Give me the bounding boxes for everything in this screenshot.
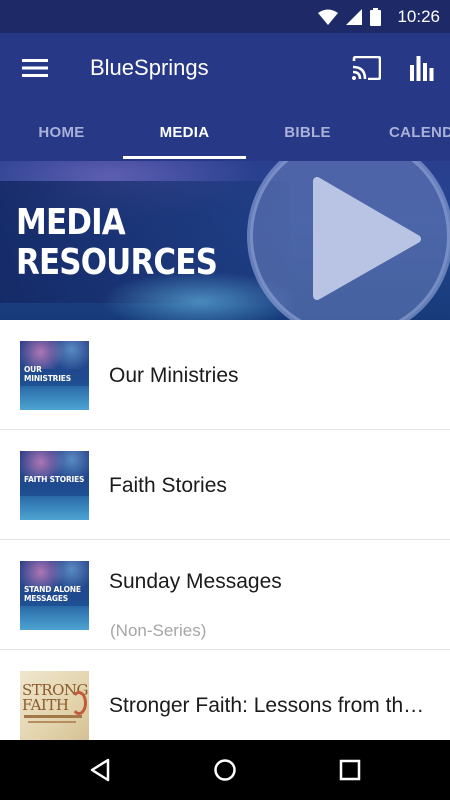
list-item[interactable]: FAITH STORIES Faith Stories xyxy=(0,430,450,540)
tab-home[interactable]: HOME xyxy=(0,103,123,161)
signal-icon xyxy=(346,8,363,25)
item-title: Stronger Faith: Lessons from the Life of… xyxy=(109,694,429,717)
thumbnail-text: OUR MINISTRIES xyxy=(24,365,71,383)
back-button[interactable] xyxy=(70,740,130,800)
status-bar: 10:26 xyxy=(0,0,450,33)
thumbnail-text: FAITH STORIES xyxy=(24,475,85,484)
thumbnail-text: STAND ALONE MESSAGES xyxy=(24,585,81,603)
item-title: Faith Stories xyxy=(109,474,227,497)
home-button[interactable] xyxy=(195,740,255,800)
item-thumbnail: STRONGER FAITH xyxy=(20,671,89,740)
recents-icon xyxy=(339,759,361,781)
item-subtitle: (Non-Series) xyxy=(110,621,207,640)
stats-button[interactable] xyxy=(394,33,450,103)
app-title: BlueSprings xyxy=(90,55,209,80)
tab-calendar[interactable]: CALENDAR xyxy=(389,103,450,161)
item-title: Sunday Messages xyxy=(109,570,282,593)
wifi-icon xyxy=(318,9,339,25)
media-resources-banner: MEDIA RESOURCES xyxy=(0,161,450,320)
bar-chart-icon xyxy=(410,56,434,81)
cast-icon xyxy=(352,56,381,80)
list-item[interactable]: STAND ALONE MESSAGES Sunday Messages (No… xyxy=(0,540,450,650)
tab-bible[interactable]: BIBLE xyxy=(246,103,369,161)
list-item[interactable]: OUR MINISTRIES Our Ministries xyxy=(0,320,450,430)
item-title: Our Ministries xyxy=(109,364,239,387)
item-thumbnail: FAITH STORIES xyxy=(20,451,89,520)
banner-title: MEDIA RESOURCES xyxy=(16,202,218,283)
back-icon xyxy=(90,758,110,782)
item-thumbnail: STAND ALONE MESSAGES xyxy=(20,561,89,630)
play-icon xyxy=(247,161,450,320)
item-thumbnail: OUR MINISTRIES xyxy=(20,341,89,410)
home-icon xyxy=(214,759,236,781)
status-time: 10:26 xyxy=(397,6,440,26)
selected-tab-indicator xyxy=(123,156,246,159)
cast-button[interactable] xyxy=(338,33,394,103)
banner-title-line1: MEDIA xyxy=(16,202,126,243)
media-list: OUR MINISTRIES Our Ministries FAITH STOR… xyxy=(0,320,450,760)
tab-media[interactable]: MEDIA xyxy=(123,103,246,161)
app-bar: BlueSprings xyxy=(0,33,450,103)
system-nav-bar xyxy=(0,740,450,800)
banner-title-line2: RESOURCES xyxy=(16,242,218,283)
recents-button[interactable] xyxy=(320,740,380,800)
hamburger-menu-icon xyxy=(22,59,48,77)
menu-button[interactable] xyxy=(0,33,70,103)
tab-bar: HOME MEDIA BIBLE CALENDAR xyxy=(0,103,450,161)
battery-icon xyxy=(370,7,382,26)
